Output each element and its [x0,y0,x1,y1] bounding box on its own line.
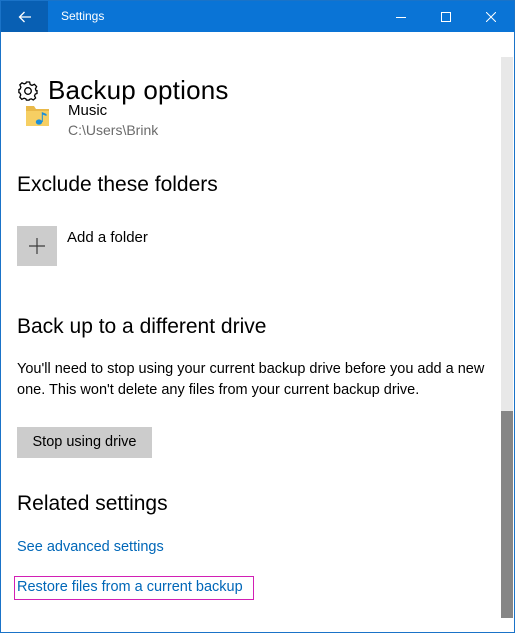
restore-files-link[interactable]: Restore files from a current backup [17,579,243,595]
folder-path: C:\Users\Brink [68,122,159,138]
different-drive-description: You'll need to stop using your current b… [17,361,485,398]
close-icon [485,11,496,22]
backup-folder-item[interactable]: Music C:\Users\Brink [25,102,158,140]
folder-name: Music [68,102,108,119]
plus-icon [29,238,45,254]
folder-text: Music C:\Users\Brink [68,102,158,140]
back-button[interactable] [1,1,48,32]
scrollbar-thumb[interactable] [501,411,513,618]
close-button[interactable] [468,1,513,32]
stop-using-drive-button[interactable]: Stop using drive [17,427,152,458]
related-settings-title: Related settings [17,492,168,515]
maximize-button[interactable] [423,1,468,32]
different-drive-section-title: Back up to a different drive [17,315,267,338]
add-folder-label: Add a folder [67,229,148,246]
settings-window: Settings Backup options Music C:\Users\B… [0,0,515,633]
back-arrow-icon [18,11,31,22]
minimize-button[interactable] [378,1,423,32]
add-folder-button[interactable]: Add a folder [17,226,148,266]
see-advanced-settings-link[interactable]: See advanced settings [17,539,164,555]
window-title: Settings [61,9,105,23]
exclude-section-title: Exclude these folders [17,173,218,196]
music-folder-icon [26,106,49,126]
gear-icon [18,81,38,101]
title-bar: Settings [1,1,514,32]
add-folder-tile [17,226,57,266]
minimize-icon [395,16,406,18]
settings-content: Backup options Music C:\Users\Brink Excl… [1,32,514,632]
maximize-icon [440,11,451,22]
